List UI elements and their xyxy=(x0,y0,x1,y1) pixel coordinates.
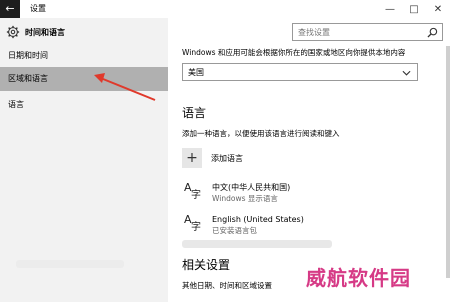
sidebar-header-label: 时间和语言 xyxy=(25,27,65,37)
country-dropdown[interactable]: 美国 xyxy=(182,63,418,81)
language-name: 中文(中华人民共和国) xyxy=(212,183,291,192)
close-icon: ✕ xyxy=(433,3,443,15)
sidebar-item-label: 日期和时间 xyxy=(8,51,48,60)
search-box[interactable] xyxy=(292,23,443,41)
language-status: 已安装语言包 xyxy=(212,226,257,235)
watermark-text: 威航软件园 xyxy=(306,266,411,290)
title-bar: ← 设置 — □ ✕ xyxy=(0,0,450,18)
region-description: Windows 和应用可能会根据你所在的国家或地区向你提供本地内容 xyxy=(182,48,406,57)
language-item-chinese[interactable]: A字 中文(中华人民共和国) Windows 显示语言 xyxy=(182,182,290,204)
related-settings-title: 相关设置 xyxy=(182,258,231,272)
close-button[interactable]: ✕ xyxy=(426,0,450,18)
search-icon[interactable] xyxy=(427,27,438,38)
back-arrow-icon: ← xyxy=(5,2,15,15)
country-value: 美国 xyxy=(188,68,204,77)
scrollbar[interactable] xyxy=(446,46,450,278)
sidebar-item-label: 区域和语言 xyxy=(8,74,48,83)
annotation-arrow xyxy=(94,73,156,101)
language-icon: A字 xyxy=(184,181,201,201)
chevron-down-icon xyxy=(402,70,411,76)
blurred-item xyxy=(182,240,332,248)
language-icon: A字 xyxy=(184,213,201,233)
window-controls: — □ ✕ xyxy=(378,0,450,18)
window-title: 设置 xyxy=(30,4,46,13)
minimize-icon: — xyxy=(385,3,395,15)
back-button[interactable]: ← xyxy=(0,0,20,18)
add-language-label: 添加语言 xyxy=(211,153,243,163)
add-language-button[interactable]: + 添加语言 xyxy=(182,148,243,168)
maximize-icon: □ xyxy=(409,3,419,15)
search-input[interactable] xyxy=(298,26,423,39)
maximize-button[interactable]: □ xyxy=(402,0,426,18)
plus-icon: + xyxy=(182,148,202,168)
related-settings-link[interactable]: 其他日期、时间和区域设置 xyxy=(182,280,272,291)
language-status: Windows 显示语言 xyxy=(212,194,278,203)
gear-icon xyxy=(6,25,20,39)
sidebar-header: 时间和语言 xyxy=(6,23,65,41)
minimize-button[interactable]: — xyxy=(378,0,402,18)
sidebar-item-label: 语言 xyxy=(8,100,24,109)
language-name: English (United States) xyxy=(212,215,304,224)
language-section-title: 语言 xyxy=(182,106,207,120)
settings-window: ← 设置 — □ ✕ 时间和语言 日期和时间 区域和语言 语言 查找设置 Win… xyxy=(0,0,450,302)
blurred-item xyxy=(16,260,124,268)
language-item-english[interactable]: A字 English (United States) 已安装语言包 xyxy=(182,214,304,236)
language-description: 添加一种语言，以便使用该语言进行阅读和键入 xyxy=(182,129,340,138)
main-content: Windows 和应用可能会根据你所在的国家或地区向你提供本地内容 美国 语言 … xyxy=(168,18,450,302)
